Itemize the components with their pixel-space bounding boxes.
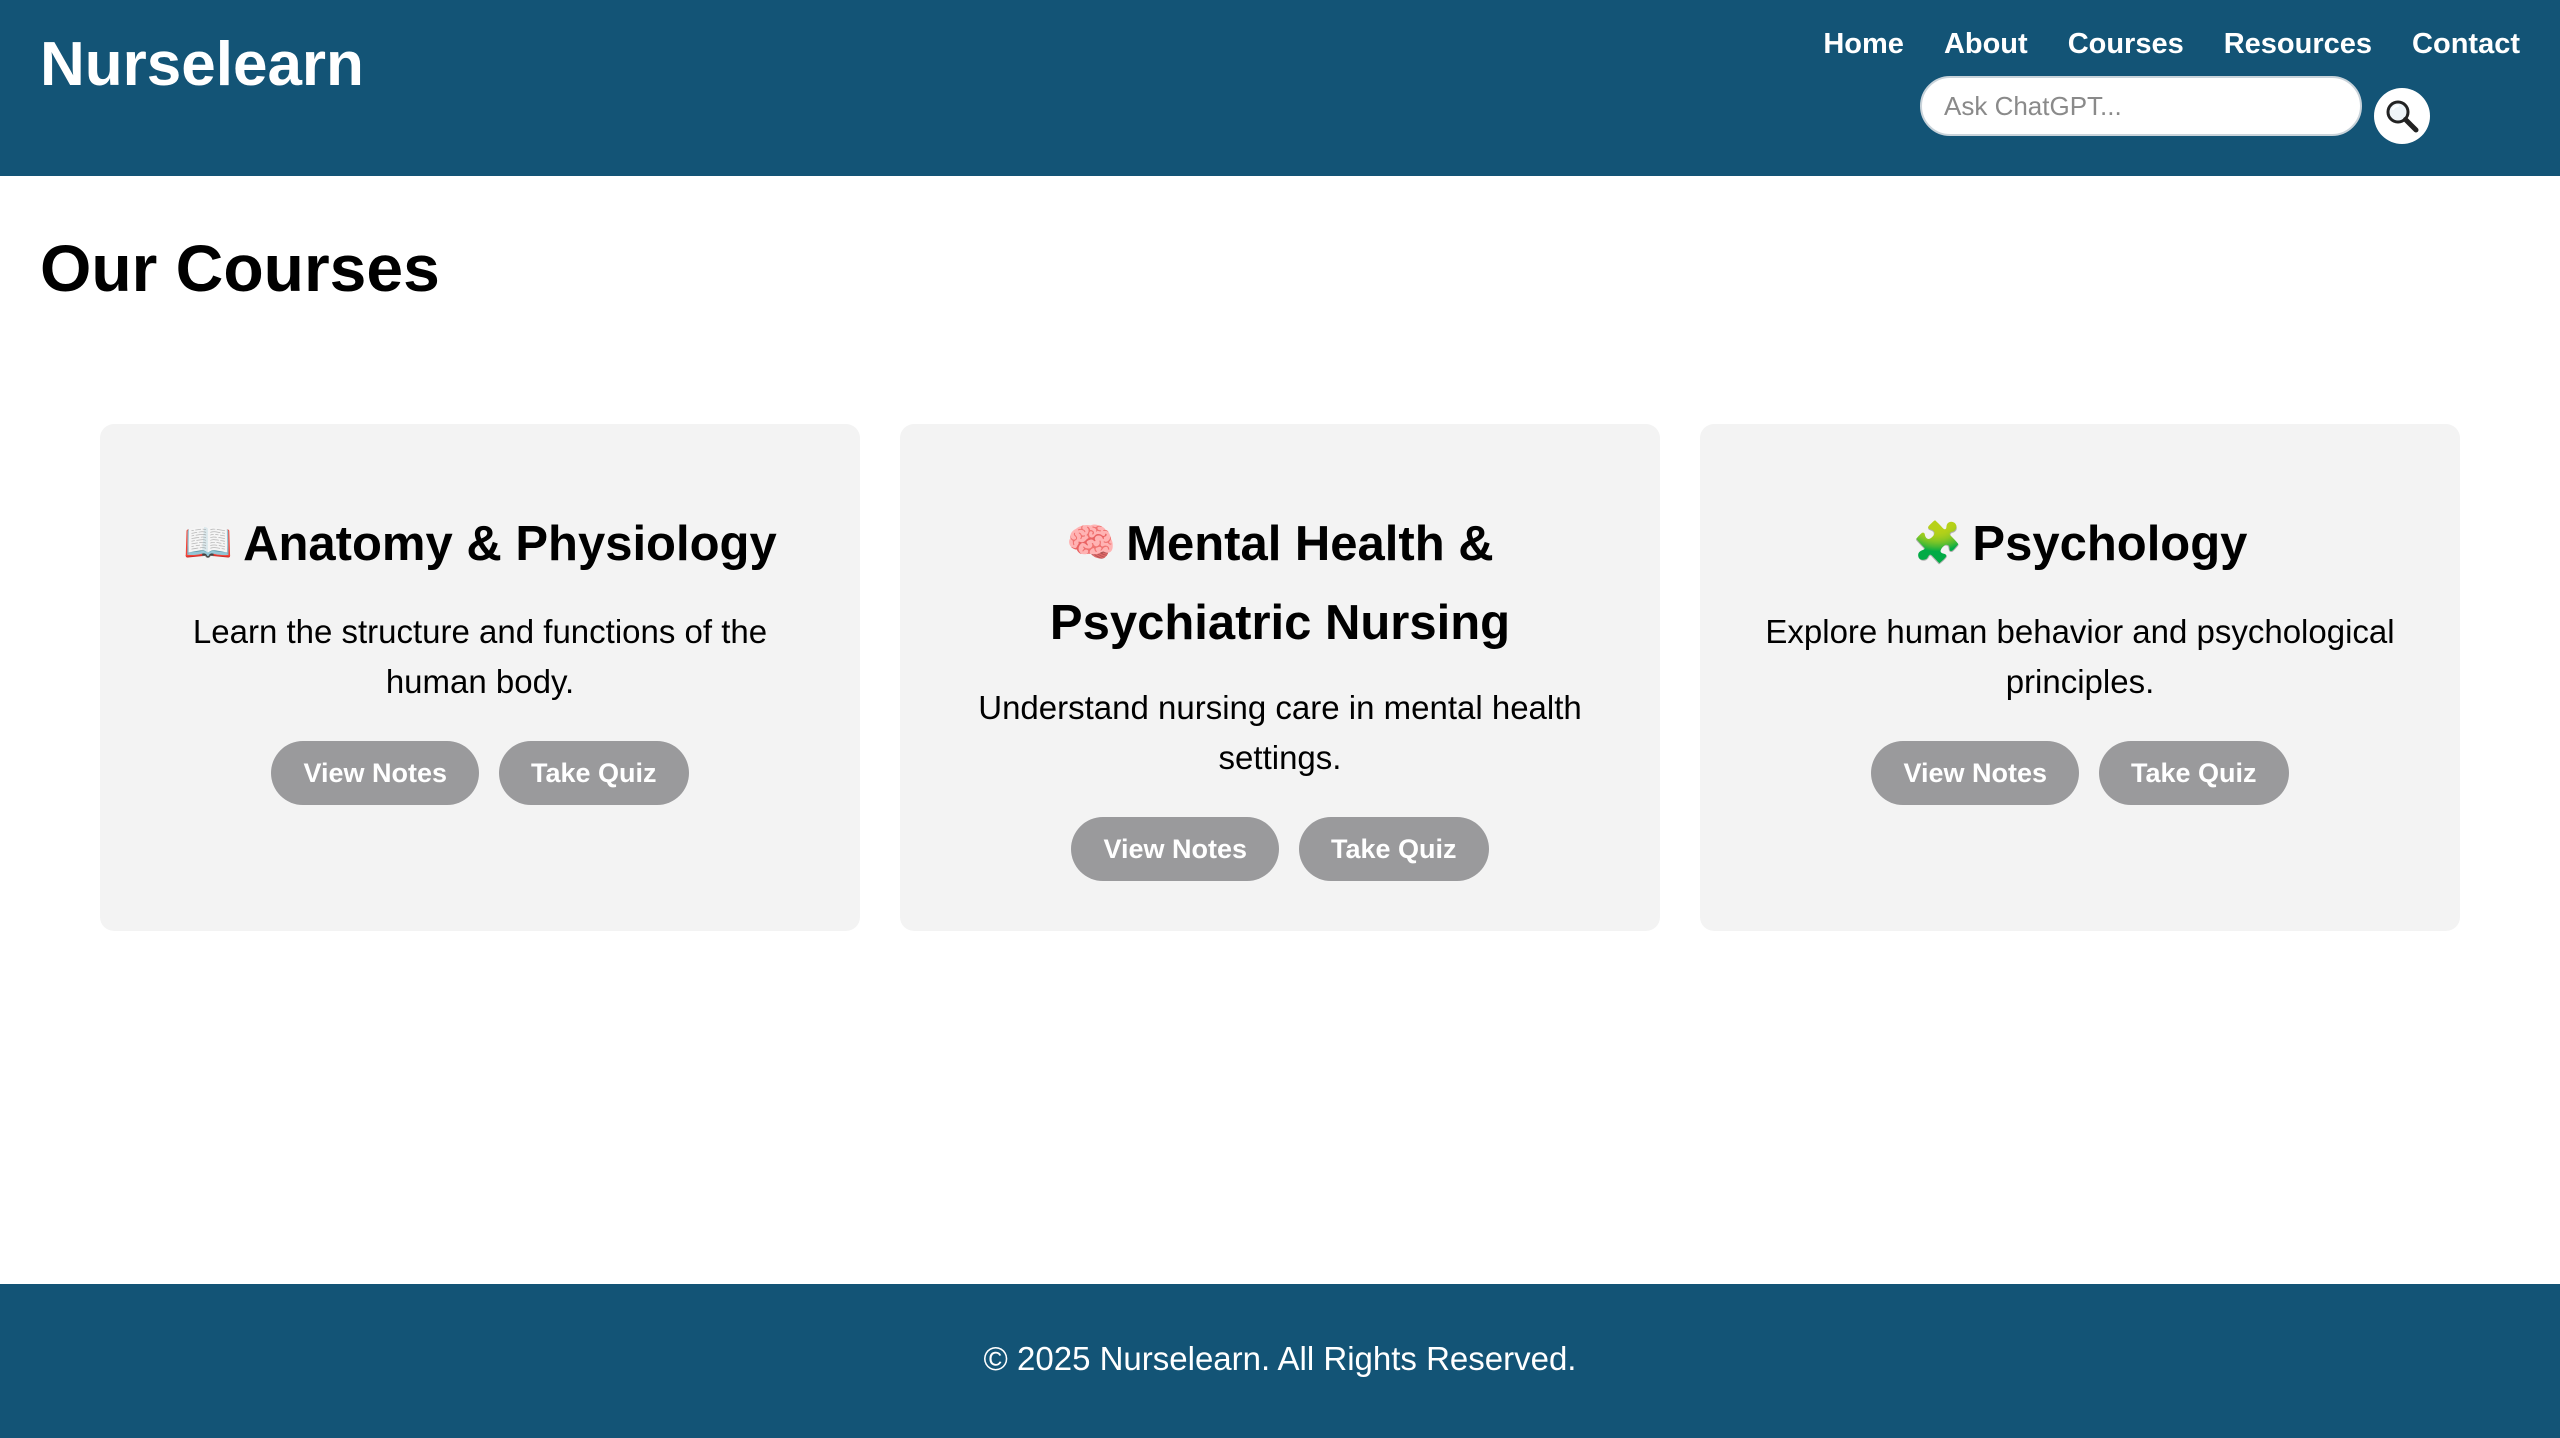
course-title-text: Mental Health & Psychiatric Nursing — [1049, 517, 1511, 651]
course-card-psychology: 🧩 Psychology Explore human behavior and p… — [1700, 424, 2460, 931]
course-title-text: Psychology — [1972, 517, 2248, 571]
nav-home[interactable]: Home — [1823, 24, 1904, 64]
course-title: 📖 Anatomy & Physiology — [140, 506, 820, 585]
take-quiz-button[interactable]: Take Quiz — [1299, 817, 1489, 882]
view-notes-button[interactable]: View Notes — [1071, 817, 1279, 882]
course-title: 🧠 Mental Health & Psychiatric Nursing — [940, 506, 1620, 661]
course-title: 🧩 Psychology — [1740, 506, 2420, 585]
course-card-anatomy: 📖 Anatomy & Physiology Learn the structur… — [100, 424, 860, 931]
view-notes-button[interactable]: View Notes — [1871, 741, 2079, 806]
page: Nurselearn Home About Courses Resources … — [0, 0, 2560, 1438]
course-description: Explore human behavior and psychological… — [1765, 613, 2395, 701]
open-book-icon: 📖 — [183, 521, 234, 566]
puzzle-piece-icon: 🧩 — [1912, 521, 1963, 566]
main-nav: Home About Courses Resources Contact — [1823, 24, 2520, 64]
search-button[interactable] — [2374, 88, 2430, 144]
view-notes-button[interactable]: View Notes — [271, 741, 479, 806]
site-footer: © 2025 Nurselearn. All Rights Reserved. — [0, 1284, 2560, 1438]
site-logo[interactable]: Nurselearn — [40, 26, 364, 104]
search-input[interactable] — [1920, 76, 2362, 136]
copyright-text: © 2025 Nurselearn. All Rights Reserved. — [983, 1340, 1577, 1377]
nav-resources[interactable]: Resources — [2224, 24, 2372, 64]
magnifying-glass-icon — [2386, 100, 2419, 133]
course-actions: View Notes Take Quiz — [1740, 741, 2420, 806]
course-actions: View Notes Take Quiz — [940, 817, 1620, 882]
take-quiz-button[interactable]: Take Quiz — [499, 741, 689, 806]
course-actions: View Notes Take Quiz — [140, 741, 820, 806]
course-description: Learn the structure and functions of the… — [192, 613, 768, 701]
nav-contact[interactable]: Contact — [2412, 24, 2520, 64]
course-title-text: Anatomy & Physiology — [243, 517, 777, 571]
nav-courses[interactable]: Courses — [2068, 24, 2184, 64]
course-description: Understand nursing care in mental health… — [978, 689, 1582, 777]
site-header: Nurselearn Home About Courses Resources … — [0, 0, 2560, 176]
course-card-mental-health: 🧠 Mental Health & Psychiatric Nursing Und… — [900, 424, 1660, 931]
take-quiz-button[interactable]: Take Quiz — [2099, 741, 2289, 806]
brain-icon: 🧠 — [1066, 521, 1117, 566]
course-cards: 📖 Anatomy & Physiology Learn the structur… — [100, 424, 2460, 931]
page-title: Our Courses — [40, 231, 440, 305]
nav-about[interactable]: About — [1944, 24, 2028, 64]
